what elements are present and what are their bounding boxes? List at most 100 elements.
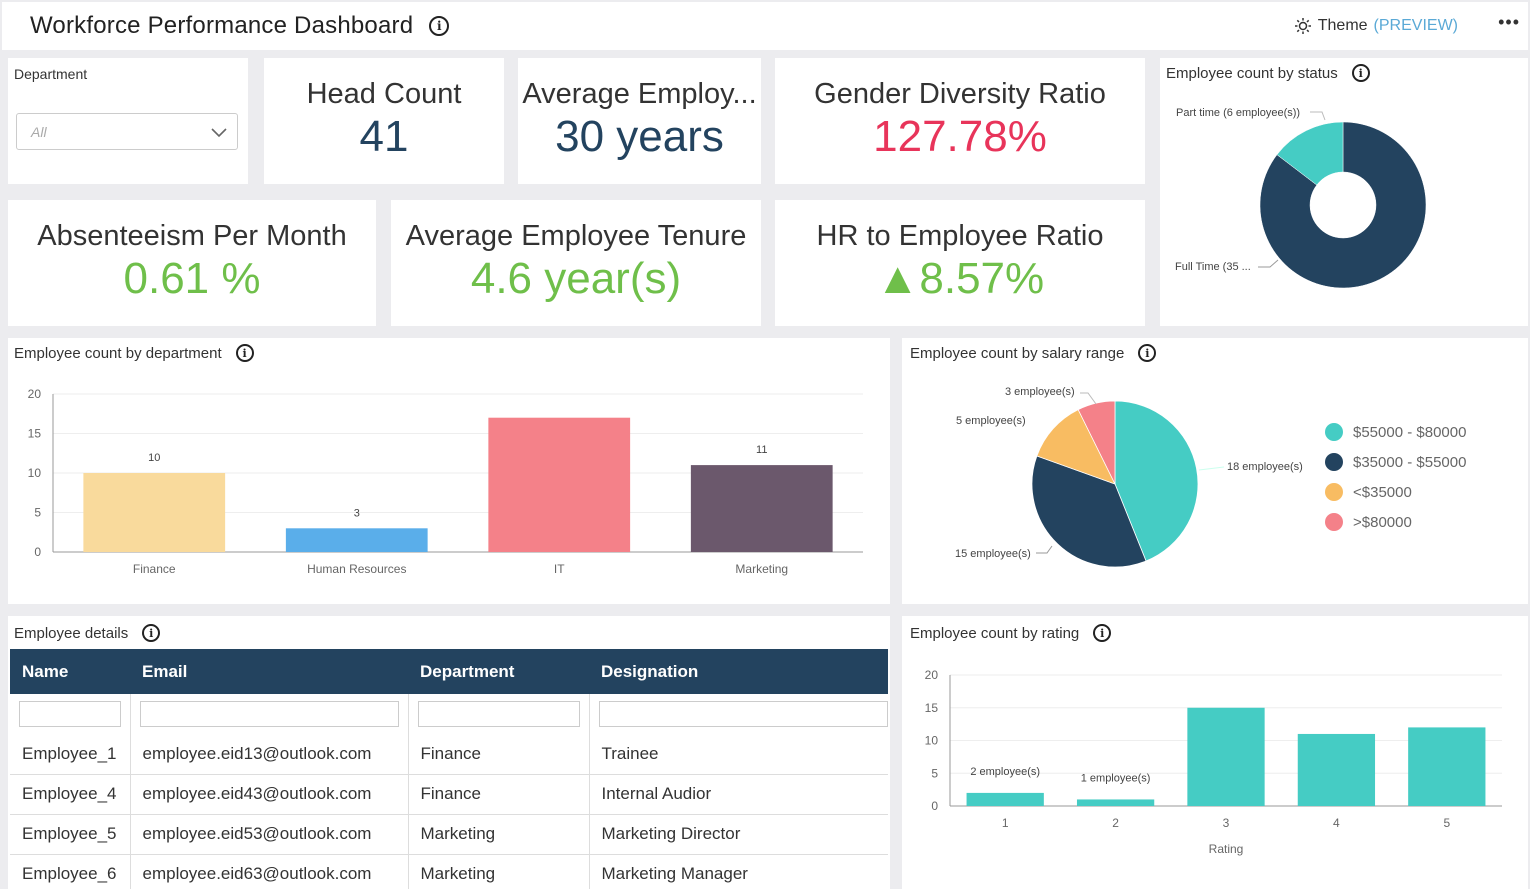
table-row[interactable]: Employee_4 employee.eid43@outlook.com Fi… bbox=[10, 774, 888, 815]
rating-chart-panel: Employee count by rating i 0 5 10 15 20 1 2 em… bbox=[902, 616, 1528, 889]
info-icon[interactable]: i bbox=[142, 624, 161, 642]
kpi-label: Gender Diversity Ratio bbox=[814, 78, 1106, 110]
x-tick-label: Human Resources bbox=[307, 562, 406, 576]
kpi-gender-diversity-ratio: Gender Diversity Ratio 127.78% bbox=[775, 58, 1145, 184]
column-header-email[interactable]: Email bbox=[130, 649, 408, 694]
data-label: 5 employee(s) bbox=[956, 415, 1026, 427]
legend-item[interactable]: <$35000 bbox=[1325, 477, 1466, 507]
cell-designation: Marketing Manager bbox=[589, 854, 888, 889]
cell-name: Employee_4 bbox=[10, 774, 131, 815]
x-tick-label: 3 bbox=[1223, 816, 1230, 830]
x-tick-label: 5 bbox=[1443, 816, 1450, 830]
legend-item[interactable]: >$80000 bbox=[1325, 507, 1466, 537]
rating-bar-chart: 0 5 10 15 20 1 2 employee(s) 2 1 employee(s) 3 4 5 R… bbox=[925, 668, 1502, 856]
sun-icon bbox=[1294, 18, 1311, 34]
data-label: 3 employee(s) bbox=[1005, 386, 1075, 398]
bar bbox=[83, 473, 226, 552]
y-tick-label: 5 bbox=[34, 506, 41, 520]
bar bbox=[1297, 733, 1376, 806]
kpi-head-count: Head Count 41 bbox=[264, 58, 504, 184]
y-tick-label: 0 bbox=[931, 799, 938, 813]
table-row[interactable]: Employee_5 employee.eid53@outlook.com Ma… bbox=[10, 814, 888, 855]
column-header-name[interactable]: Name bbox=[10, 649, 130, 694]
dashboard-header: Workforce Performance Dashboard i Theme … bbox=[2, 2, 1528, 50]
cell-department: Finance bbox=[408, 734, 590, 775]
table-row[interactable]: Employee_6 employee.eid63@outlook.com Ma… bbox=[10, 854, 888, 889]
dropdown-value: All bbox=[31, 124, 47, 140]
employee-details-panel: Employee details i Name Email Department… bbox=[8, 616, 890, 889]
bar bbox=[488, 417, 631, 552]
pie-legend-icon bbox=[1325, 453, 1343, 471]
panel-title: Employee details i bbox=[14, 624, 161, 642]
x-tick-label: 4 bbox=[1333, 816, 1340, 830]
status-chart-panel: Employee count by status i Part time (6 … bbox=[1160, 58, 1528, 326]
data-label: 1 employee(s) bbox=[1081, 772, 1151, 784]
y-tick-label: 5 bbox=[931, 766, 938, 780]
cell-department: Marketing bbox=[408, 854, 590, 889]
data-label: Full Time (35 ... bbox=[1175, 261, 1251, 273]
page-title: Workforce Performance Dashboard bbox=[30, 12, 414, 39]
kpi-value: 30 years bbox=[555, 112, 724, 161]
x-tick-label: 2 bbox=[1112, 816, 1119, 830]
bar bbox=[1408, 727, 1486, 806]
y-tick-label: 20 bbox=[925, 668, 939, 682]
x-axis-title: Rating bbox=[1209, 842, 1244, 856]
name-filter-input[interactable] bbox=[19, 701, 121, 727]
legend-item[interactable]: $55000 - $80000 bbox=[1325, 417, 1466, 447]
info-icon[interactable]: i bbox=[429, 16, 450, 36]
y-tick-label: 15 bbox=[28, 427, 42, 441]
data-label: 2 employee(s) bbox=[970, 766, 1040, 778]
department-filter-panel: Department All bbox=[8, 58, 248, 184]
cell-name: Employee_1 bbox=[10, 734, 131, 775]
department-filter-input[interactable] bbox=[417, 701, 580, 727]
leader-line bbox=[1080, 392, 1097, 405]
theme-preview-label: (PREVIEW) bbox=[1373, 17, 1458, 34]
pie-legend-icon bbox=[1325, 483, 1343, 501]
designation-filter-input[interactable] bbox=[598, 701, 888, 727]
data-label: 15 employee(s) bbox=[955, 548, 1031, 560]
kpi-hr-to-employee-ratio: HR to Employee Ratio ▲8.57% bbox=[775, 200, 1145, 326]
pie-legend-icon bbox=[1325, 423, 1343, 441]
leader-line bbox=[1310, 111, 1326, 121]
more-options-icon[interactable]: ••• bbox=[1498, 12, 1520, 33]
cell-email: employee.eid43@outlook.com bbox=[130, 774, 409, 815]
bar bbox=[1076, 799, 1155, 806]
kpi-value: 41 bbox=[359, 112, 409, 161]
cell-name: Employee_5 bbox=[10, 814, 131, 855]
theme-button[interactable]: Theme (PREVIEW) bbox=[1294, 17, 1458, 35]
kpi-average-employee-age: Average Employ... 30 years bbox=[518, 58, 761, 184]
pie-legend-icon bbox=[1325, 513, 1343, 531]
chevron-down-icon bbox=[211, 128, 227, 138]
employee-table: Name Email Department Designation Employ… bbox=[10, 649, 888, 889]
y-tick-label: 10 bbox=[925, 734, 939, 748]
bar bbox=[966, 792, 1044, 806]
x-tick-label: 1 bbox=[1002, 816, 1009, 830]
y-tick-label: 10 bbox=[28, 466, 42, 480]
department-chart-panel: Employee count by department i 0 5 10 15 20 F… bbox=[8, 338, 890, 604]
kpi-label: Average Employ... bbox=[522, 78, 757, 110]
email-filter-input[interactable] bbox=[139, 701, 399, 727]
kpi-value: ▲8.57% bbox=[875, 254, 1045, 303]
kpi-label: Absenteeism Per Month bbox=[37, 220, 347, 252]
status-donut-chart: Part time (6 employee(s)) Full Time (35 .… bbox=[1175, 107, 1427, 289]
department-dropdown[interactable]: All bbox=[16, 113, 238, 150]
table-header-row: Name Email Department Designation bbox=[10, 649, 888, 694]
y-tick-label: 0 bbox=[34, 545, 41, 559]
kpi-value: 0.61 % bbox=[123, 254, 261, 303]
legend-item[interactable]: $35000 - $55000 bbox=[1325, 447, 1466, 477]
cell-designation: Trainee bbox=[589, 734, 888, 775]
kpi-average-tenure: Average Employee Tenure 4.6 year(s) bbox=[391, 200, 761, 326]
x-tick-label: IT bbox=[554, 562, 565, 576]
data-label: 11 bbox=[756, 444, 767, 456]
kpi-value: 4.6 year(s) bbox=[470, 254, 682, 303]
table-row[interactable]: Employee_1 employee.eid13@outlook.com Fi… bbox=[10, 734, 888, 775]
bar bbox=[1187, 707, 1265, 806]
filter-label: Department bbox=[14, 66, 88, 82]
y-tick-label: 15 bbox=[925, 701, 939, 715]
y-tick-label: 20 bbox=[28, 387, 42, 401]
column-header-designation[interactable]: Designation bbox=[589, 649, 888, 694]
cell-name: Employee_6 bbox=[10, 854, 131, 889]
cell-designation: Marketing Director bbox=[589, 814, 888, 855]
column-header-department[interactable]: Department bbox=[408, 649, 589, 694]
theme-label: Theme bbox=[1317, 17, 1368, 34]
